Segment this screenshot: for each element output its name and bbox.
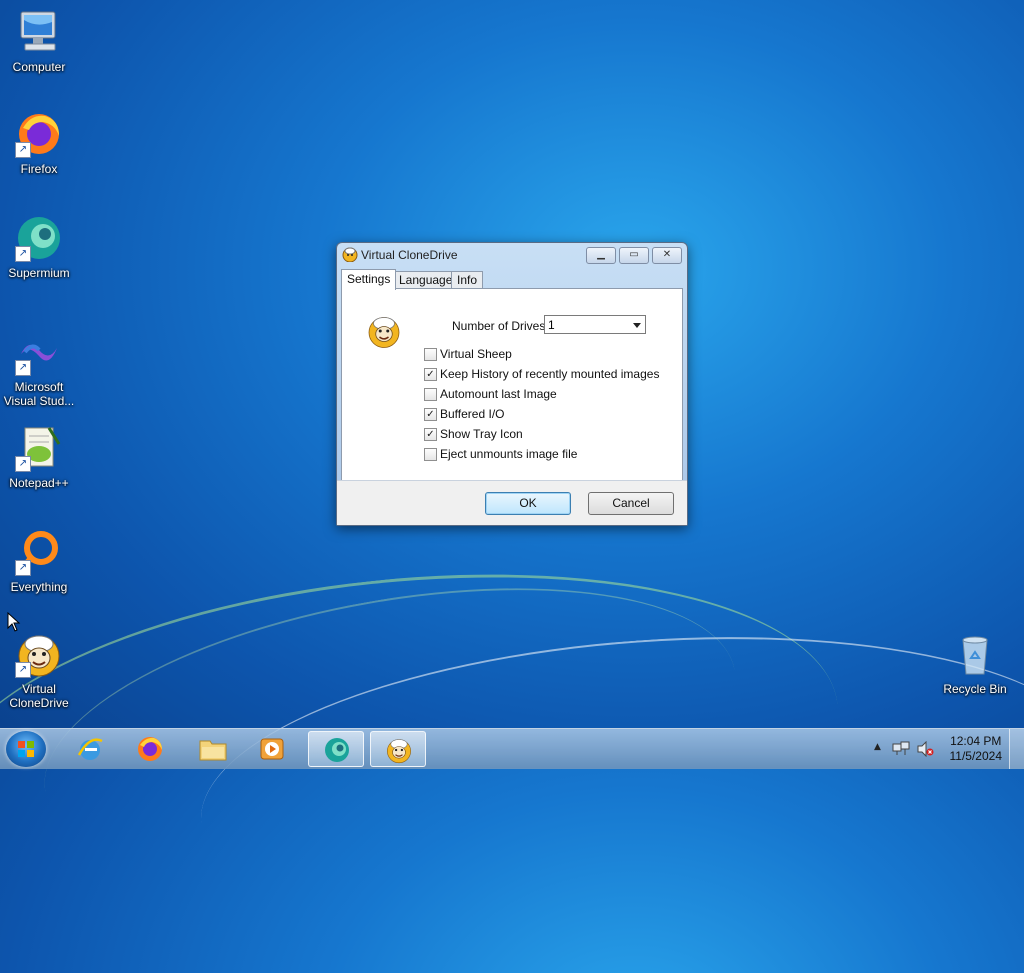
taskbar-virtual-clonedrive[interactable] bbox=[370, 731, 426, 767]
sheep-icon bbox=[342, 247, 358, 262]
tab-language[interactable]: Language bbox=[393, 271, 459, 289]
tab-info[interactable]: Info bbox=[451, 271, 484, 289]
desktop-icon-recycle-bin[interactable]: Recycle Bin bbox=[936, 630, 1014, 696]
desktop-icon-label: Microsoft Visual Stud... bbox=[0, 380, 78, 408]
windows-logo-icon bbox=[18, 741, 34, 757]
option-label: Buffered I/O bbox=[440, 407, 505, 421]
taskbar: ▲ 12:04 PM 11/5/2024 bbox=[0, 728, 1024, 769]
supermium-icon bbox=[325, 738, 349, 762]
desktop-icon-label: Everything bbox=[10, 580, 68, 594]
virtual-clonedrive-dialog: Virtual CloneDrive ▁ ▭ ✕ Settings Langua… bbox=[336, 242, 688, 526]
number-of-drives-select[interactable]: 1 bbox=[544, 315, 646, 334]
desktop-icon-virtual-clonedrive[interactable]: ↗ Virtual CloneDrive bbox=[0, 630, 78, 710]
checkbox-checked[interactable]: ✓ bbox=[424, 428, 437, 441]
maximize-button[interactable]: ▭ bbox=[619, 247, 649, 264]
taskbar-media-player[interactable] bbox=[244, 731, 300, 767]
taskbar-firefox[interactable] bbox=[122, 731, 178, 767]
maximize-icon: ▭ bbox=[629, 249, 639, 260]
desktop-icon-label-line: CloneDrive bbox=[9, 696, 69, 710]
desktop-icon-label: Recycle Bin bbox=[943, 682, 1007, 696]
notepad-plus-plus-icon: ↗ bbox=[15, 424, 63, 472]
shortcut-arrow-icon: ↗ bbox=[15, 360, 31, 376]
folder-icon bbox=[199, 740, 227, 761]
dialog-titlebar[interactable]: Virtual CloneDrive ▁ ▭ ✕ bbox=[337, 243, 687, 267]
shortcut-arrow-icon: ↗ bbox=[15, 142, 31, 158]
desktop-icon-label-line: Virtual bbox=[22, 682, 56, 696]
firefox-icon bbox=[138, 737, 162, 761]
firefox-icon: ↗ bbox=[15, 110, 63, 158]
shortcut-arrow-icon: ↗ bbox=[15, 560, 31, 576]
option-label: Eject unmounts image file bbox=[440, 447, 578, 461]
desktop-icon-label: Supermium bbox=[8, 266, 70, 280]
close-button[interactable]: ✕ bbox=[652, 247, 682, 264]
cancel-button[interactable]: Cancel bbox=[588, 492, 674, 515]
desktop-icon-firefox[interactable]: ↗ Firefox bbox=[0, 110, 78, 176]
checkbox-checked[interactable]: ✓ bbox=[424, 408, 437, 421]
dialog-title: Virtual CloneDrive bbox=[361, 248, 458, 262]
option-label: Keep History of recently mounted images bbox=[440, 367, 660, 381]
desktop-icon-label: Firefox bbox=[20, 162, 58, 176]
desktop-icon-everything[interactable]: ↗ Everything bbox=[0, 528, 78, 594]
sheep-icon bbox=[368, 317, 400, 348]
dropdown-arrow-icon bbox=[633, 323, 641, 328]
desktop-icon-label: Computer bbox=[12, 60, 66, 74]
clock-time: 12:04 PM bbox=[950, 734, 1002, 748]
internet-explorer-icon bbox=[77, 738, 103, 760]
desktop-icon-label-line: Microsoft bbox=[14, 380, 64, 394]
taskbar-file-explorer[interactable] bbox=[184, 731, 240, 767]
everything-search-icon: ↗ bbox=[15, 528, 63, 576]
desktop-icon-label: Virtual CloneDrive bbox=[0, 682, 78, 710]
visual-studio-icon: ↗ bbox=[15, 328, 63, 376]
option-label: Show Tray Icon bbox=[440, 427, 523, 441]
desktop-icon-supermium[interactable]: ↗ Supermium bbox=[0, 214, 78, 280]
option-label: Automount last Image bbox=[440, 387, 557, 401]
shortcut-arrow-icon: ↗ bbox=[15, 456, 31, 472]
supermium-icon: ↗ bbox=[15, 214, 63, 262]
taskbar-internet-explorer[interactable] bbox=[62, 731, 118, 767]
shortcut-arrow-icon: ↗ bbox=[15, 662, 31, 678]
option-label: Virtual Sheep bbox=[440, 347, 512, 361]
clock[interactable]: 12:04 PM 11/5/2024 bbox=[950, 734, 1003, 764]
computer-icon bbox=[15, 8, 63, 56]
recycle-bin-icon bbox=[951, 630, 999, 678]
sheep-icon bbox=[387, 739, 411, 764]
mouse-pointer-icon bbox=[7, 612, 21, 632]
sheep-icon: ↗ bbox=[15, 630, 63, 678]
volume-muted-icon[interactable] bbox=[916, 741, 934, 757]
desktop-icon-label-line: Visual Stud... bbox=[3, 394, 75, 408]
network-icon[interactable] bbox=[892, 741, 910, 757]
tab-settings[interactable]: Settings bbox=[341, 269, 397, 290]
system-tray: ▲ 12:04 PM 11/5/2024 bbox=[864, 729, 1024, 769]
desktop-icon-computer[interactable]: Computer bbox=[0, 8, 78, 74]
clock-date: 11/5/2024 bbox=[949, 749, 1003, 763]
number-of-drives-label: Number of Drives: bbox=[452, 319, 549, 333]
shortcut-arrow-icon: ↗ bbox=[15, 246, 31, 262]
dialog-footer: OK Cancel bbox=[337, 480, 687, 525]
close-icon: ✕ bbox=[662, 249, 672, 260]
checkbox[interactable] bbox=[424, 388, 437, 401]
checkbox-checked[interactable]: ✓ bbox=[424, 368, 437, 381]
show-hidden-icons-chevron-icon[interactable]: ▲ bbox=[874, 742, 881, 752]
checkbox[interactable] bbox=[424, 448, 437, 461]
media-player-icon bbox=[260, 738, 284, 760]
desktop-icon-visual-studio[interactable]: ↗ Microsoft Visual Stud... bbox=[0, 328, 78, 408]
start-button[interactable] bbox=[6, 731, 46, 767]
minimize-button[interactable]: ▁ bbox=[586, 247, 616, 264]
ok-button[interactable]: OK bbox=[485, 492, 571, 515]
minimize-icon: ▁ bbox=[597, 249, 605, 260]
taskbar-supermium[interactable] bbox=[308, 731, 364, 767]
settings-panel: Number of Drives: 1 Virtual Sheep ✓ Keep… bbox=[341, 288, 683, 483]
desktop-icon-notepadpp[interactable]: ↗ Notepad++ bbox=[0, 424, 78, 490]
number-of-drives-value: 1 bbox=[548, 318, 555, 332]
desktop-icon-label: Notepad++ bbox=[9, 476, 69, 490]
checkbox[interactable] bbox=[424, 348, 437, 361]
show-desktop-button[interactable] bbox=[1009, 729, 1024, 769]
